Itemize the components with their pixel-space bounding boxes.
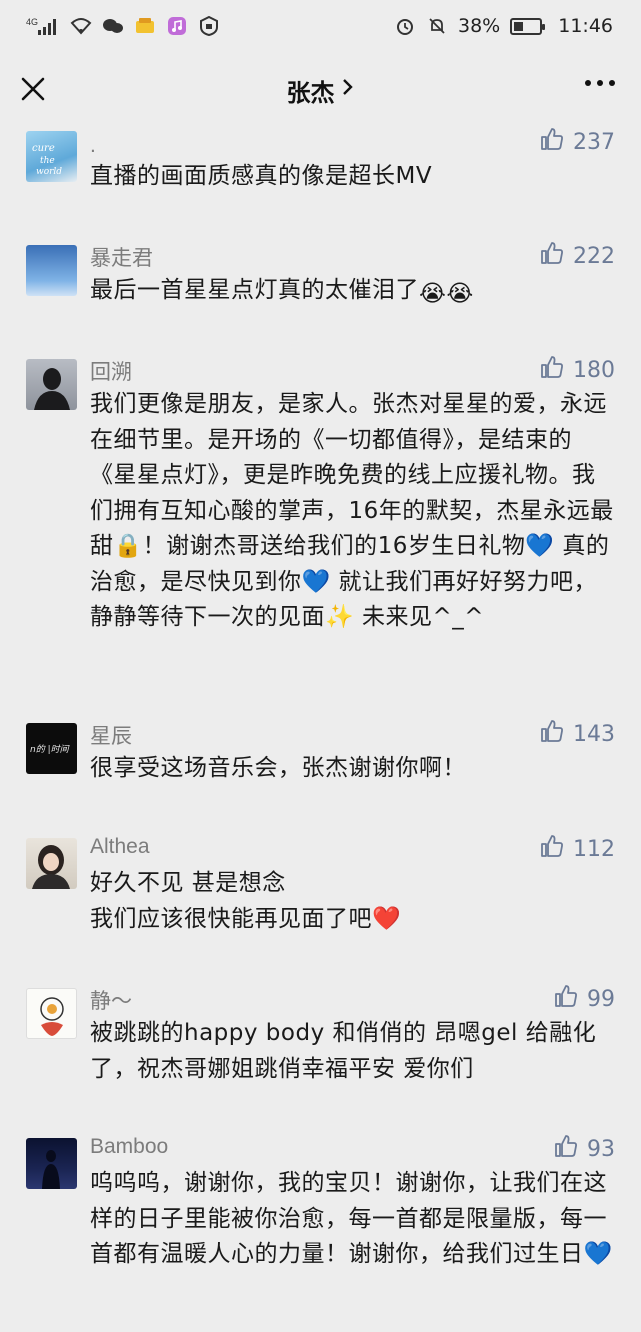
svg-text:the: the (40, 156, 55, 166)
thumbs-up-icon (539, 833, 565, 865)
avatar[interactable] (26, 1138, 77, 1189)
like-button[interactable]: 93 (553, 1133, 615, 1165)
avatar[interactable] (26, 988, 77, 1039)
more-menu-icon[interactable] (585, 80, 615, 86)
thumbs-up-icon (553, 1133, 579, 1165)
comment-author[interactable]: 星辰 (90, 720, 132, 750)
app-notification-icon (134, 16, 156, 36)
like-count: 222 (573, 243, 615, 269)
like-button[interactable]: 222 (539, 240, 615, 272)
comment-author[interactable]: 静～ (90, 985, 132, 1015)
status-right: 38% 11:46 (394, 15, 613, 37)
comment-text: 好久不见 甚是想念 我们应该很快能再见面了吧❤️ (90, 866, 615, 937)
comment-text: 被跳跳的happy body 和俏俏的 昂嗯gel 给融化了，祝杰哥娜姐跳俏幸福… (90, 1020, 597, 1082)
comment-text-line: 我们应该很快能再见面了吧❤️ (90, 905, 402, 932)
thumbs-up-icon (539, 718, 565, 750)
page-title-link[interactable]: 张杰 (287, 73, 355, 108)
like-count: 99 (587, 986, 615, 1012)
avatar[interactable]: n的 |时间 (26, 723, 77, 774)
wifi-icon (70, 16, 92, 36)
mute-bell-icon (426, 16, 448, 36)
comment-author[interactable]: . (90, 134, 96, 158)
avatar[interactable]: cure the world (26, 131, 77, 182)
comment-text: 很享受这场音乐会，张杰谢谢你啊！ (90, 755, 466, 781)
comment-text: 我们更像是朋友，是家人。张杰对星星的爱，永远在细节里。是开场的《一切都值得》，是… (90, 391, 614, 630)
status-bar: 4G 38% 11:46 (0, 0, 641, 52)
like-count: 93 (587, 1136, 615, 1162)
network-label: 4G (26, 17, 38, 27)
thumbs-up-icon (539, 128, 565, 158)
wechat-icon (102, 16, 124, 36)
comment-text-line: 好久不见 甚是想念 (90, 870, 286, 896)
like-button[interactable]: 112 (539, 833, 615, 865)
chevron-right-icon (341, 76, 355, 104)
shield-app-icon (198, 16, 220, 36)
music-app-icon (166, 16, 188, 36)
battery-level-fill (514, 21, 524, 31)
comment-list: cure the world . 237 直播的画面质感真的像是超长MV 暴走君 2… (0, 128, 641, 1332)
alarm-icon (394, 16, 416, 36)
comment-text-body: 最后一首星星点灯真的太催泪了 (90, 277, 419, 303)
like-count: 180 (573, 357, 615, 383)
clock: 11:46 (558, 15, 613, 37)
svg-text:cure: cure (32, 143, 55, 154)
thumbs-up-icon (539, 354, 565, 386)
like-count: 143 (573, 721, 615, 747)
signal-icon: 4G (26, 16, 60, 36)
like-count: 237 (573, 129, 615, 155)
comment-author[interactable]: Althea (90, 835, 150, 859)
comment-author[interactable]: Bamboo (90, 1135, 168, 1159)
status-left: 4G (26, 16, 220, 36)
thumbs-up-icon (539, 240, 565, 272)
avatar[interactable] (26, 359, 77, 410)
comment-text: 直播的画面质感真的像是超长MV (90, 163, 433, 189)
close-icon[interactable] (18, 74, 48, 104)
like-button[interactable]: 99 (553, 983, 615, 1015)
battery-icon (510, 17, 546, 35)
like-button[interactable]: 237 (539, 128, 615, 158)
avatar[interactable] (26, 245, 77, 296)
avatar[interactable] (26, 838, 77, 889)
comment-author[interactable]: 回溯 (90, 356, 132, 386)
nav-bar: 张杰 (0, 52, 641, 128)
page-title: 张杰 (286, 78, 335, 107)
comment-text: 最后一首星星点灯真的太催泪了😭😭 (90, 273, 615, 313)
thumbs-up-icon (553, 983, 579, 1015)
like-button[interactable]: 180 (539, 354, 615, 386)
crying-emoji-icon: 😭😭 (419, 281, 474, 307)
comment-text: 呜呜呜，谢谢你，我的宝贝！谢谢你，让我们在这样的日子里能被你治愈，每一首都是限量… (90, 1170, 613, 1267)
like-count: 112 (573, 836, 615, 862)
svg-text:n的 |时间: n的 |时间 (30, 744, 70, 755)
comment-author[interactable]: 暴走君 (90, 242, 153, 272)
battery-percent: 38% (458, 15, 501, 37)
svg-text:world: world (36, 167, 62, 177)
like-button[interactable]: 143 (539, 718, 615, 750)
